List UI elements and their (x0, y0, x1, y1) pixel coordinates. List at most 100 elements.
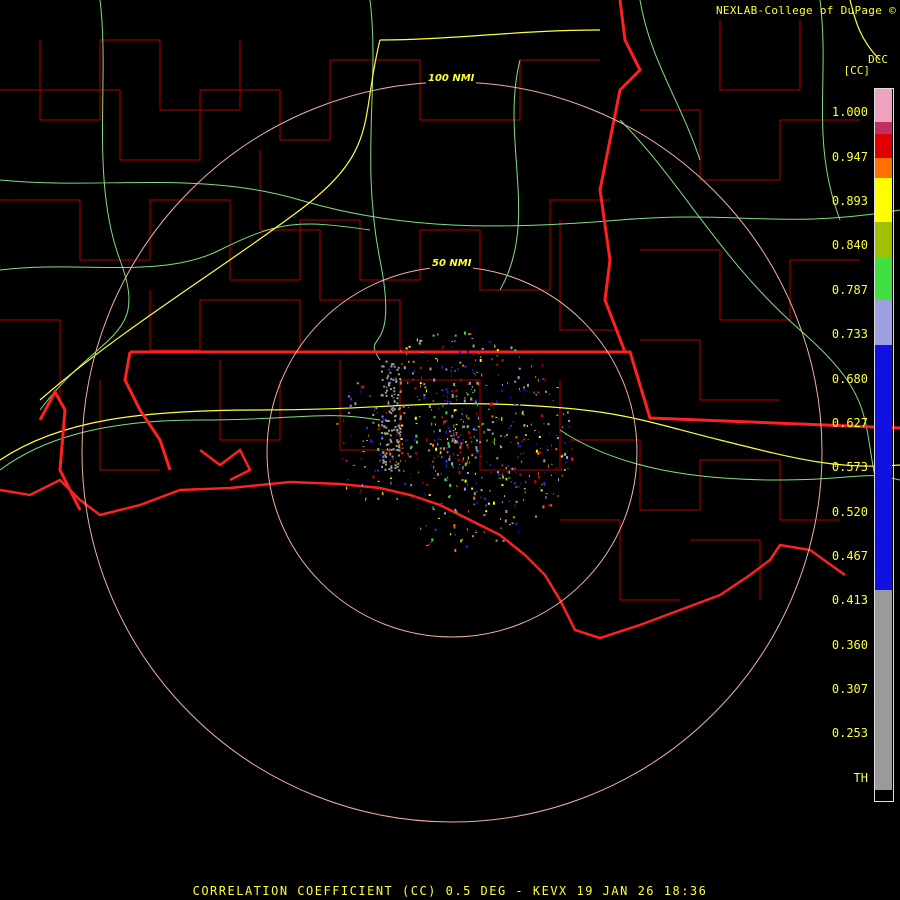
echo-pixel (536, 443, 538, 445)
echo-pixel (409, 455, 412, 458)
echo-pixel (415, 452, 418, 455)
echo-pixel (396, 402, 399, 405)
echo-pixel (359, 492, 361, 494)
radar-echoes (336, 331, 574, 552)
echo-pixel (391, 394, 393, 397)
echo-pixel (469, 333, 472, 335)
echo-pixel (386, 412, 387, 414)
echo-pixel (461, 408, 463, 411)
echo-pixel (460, 539, 463, 543)
echo-pixel (350, 397, 353, 401)
echo-pixel (459, 351, 462, 354)
echo-pixel (365, 497, 367, 499)
echo-pixel (458, 471, 461, 475)
echo-pixel (391, 363, 394, 366)
echo-pixel (427, 543, 430, 546)
echo-pixel (437, 443, 439, 446)
echo-pixel (393, 428, 396, 431)
echo-pixel (399, 391, 402, 393)
echo-pixel (496, 471, 499, 474)
echo-pixel (462, 538, 464, 541)
echo-pixel (434, 439, 436, 441)
echo-pixel (454, 548, 457, 552)
echo-pixel (444, 478, 447, 482)
echo-pixel (527, 439, 529, 441)
echo-pixel (401, 451, 403, 455)
product-title: CORRELATION COEFFICIENT (CC) 0.5 DEG - K… (192, 884, 708, 898)
echo-pixel (394, 377, 397, 379)
echo-pixel (384, 391, 387, 394)
echo-pixel (486, 439, 488, 442)
echo-pixel (511, 467, 514, 470)
echo-pixel (542, 481, 545, 485)
echo-pixel (374, 470, 376, 472)
echo-pixel (366, 439, 368, 441)
echo-pixel (548, 432, 550, 435)
echo-pixel (564, 452, 567, 456)
echo-pixel (410, 476, 412, 478)
echo-pixel (388, 410, 391, 413)
echo-pixel (394, 419, 396, 422)
echo-pixel (557, 437, 559, 439)
echo-pixel (479, 441, 482, 444)
echo-pixel (456, 436, 459, 439)
echo-pixel (547, 449, 549, 451)
echo-pixel (432, 334, 435, 337)
echo-pixel (369, 395, 371, 398)
echo-pixel (561, 468, 563, 471)
echo-pixel (441, 389, 444, 391)
echo-pixel (475, 482, 478, 485)
echo-pixel (451, 375, 453, 377)
echo-pixel (433, 477, 436, 479)
echo-pixel (386, 448, 388, 451)
echo-pixel (399, 378, 402, 380)
echo-pixel (551, 443, 553, 447)
echo-pixel (389, 452, 392, 456)
echo-pixel (390, 448, 393, 451)
echo-pixel (515, 412, 517, 415)
echo-pixel (441, 455, 444, 457)
echo-pixel (480, 455, 482, 458)
echo-pixel (451, 461, 453, 463)
echo-pixel (494, 344, 496, 348)
echo-pixel (421, 351, 424, 353)
echo-pixel (383, 385, 386, 388)
echo-pixel (444, 512, 446, 515)
echo-pixel (437, 439, 439, 441)
echo-pixel (412, 360, 415, 363)
echo-pixel (541, 483, 543, 486)
echo-pixel (513, 467, 516, 470)
echo-pixel (543, 423, 545, 425)
echo-pixel (387, 443, 390, 446)
echo-pixel (454, 534, 456, 536)
echo-pixel (530, 423, 532, 426)
echo-pixel (544, 378, 546, 382)
echo-pixel (381, 365, 384, 368)
echo-pixel (445, 420, 448, 422)
echo-pixel (542, 505, 545, 509)
echo-pixel (517, 455, 519, 459)
echo-pixel (557, 438, 559, 440)
legend-label-14: 0.253 (831, 726, 868, 740)
echo-pixel (416, 338, 418, 342)
echo-pixel (542, 377, 544, 380)
echo-pixel (382, 452, 385, 454)
echo-pixel (545, 390, 547, 393)
echo-pixel (447, 438, 449, 440)
echo-pixel (477, 416, 479, 420)
echo-pixel (454, 340, 456, 343)
echo-pixel (401, 424, 404, 427)
echo-pixel (545, 495, 547, 499)
echo-pixel (436, 445, 438, 448)
echo-pixel (469, 436, 472, 439)
echo-pixel (460, 442, 462, 446)
echo-pixel (519, 387, 520, 390)
echo-pixel (388, 429, 390, 432)
echo-pixel (566, 456, 569, 459)
echo-pixel (385, 452, 388, 455)
echo-pixel (393, 400, 396, 403)
echo-pixel (360, 490, 363, 492)
echo-pixel (468, 431, 471, 435)
echo-pixel (466, 414, 468, 418)
echo-pixel (448, 402, 450, 405)
